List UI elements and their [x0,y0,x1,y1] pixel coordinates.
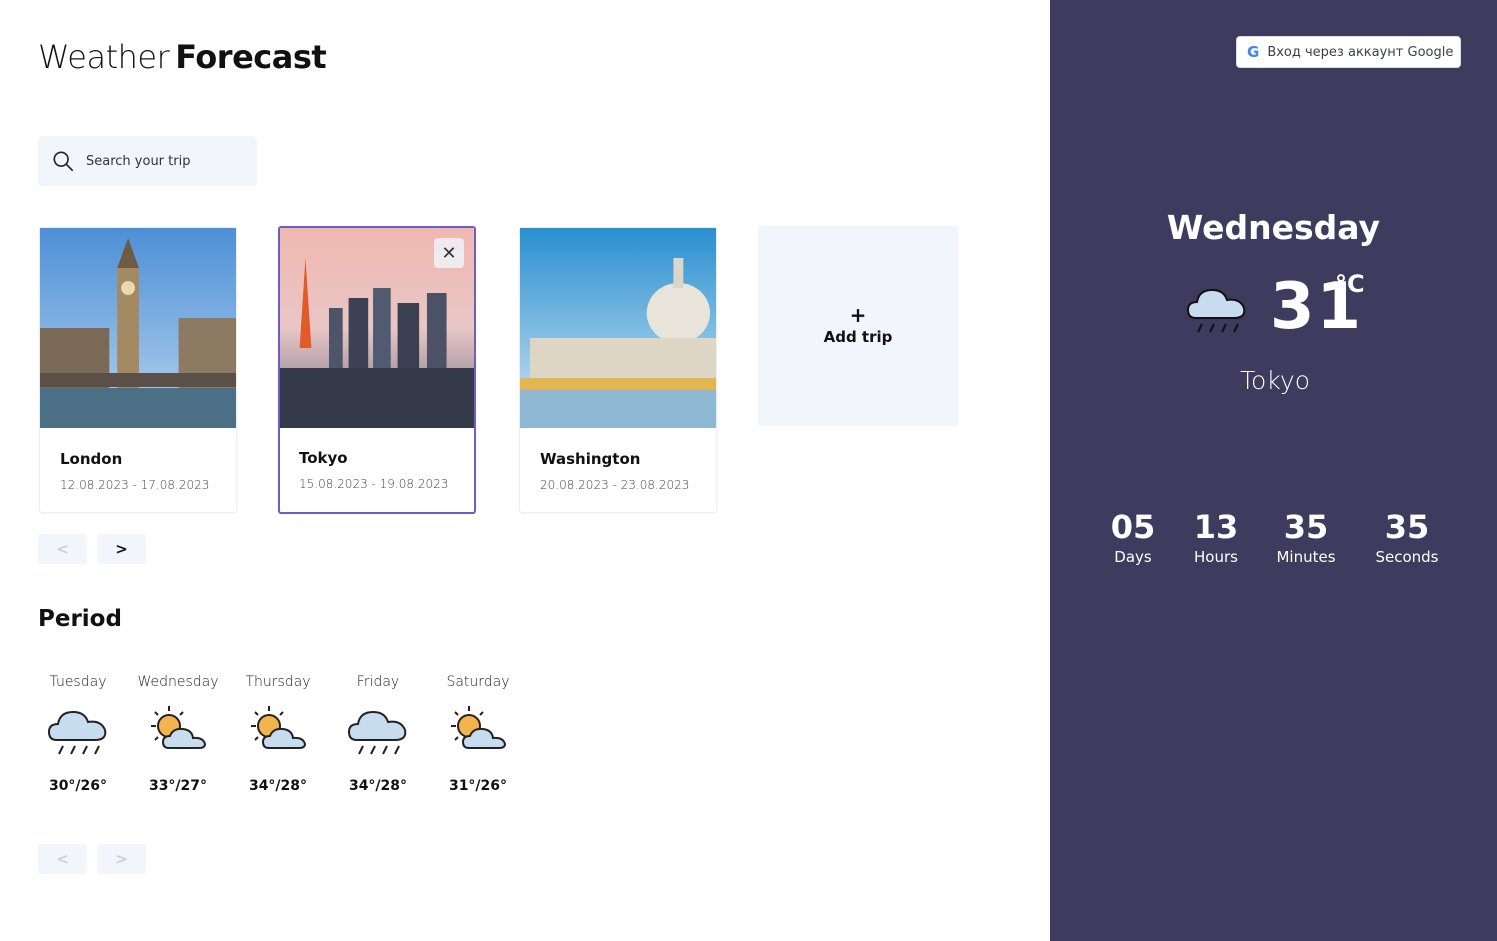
google-signin-button[interactable]: G Вход через аккаунт Google [1236,36,1461,68]
trip-card-washington[interactable]: Washington 20.08.2023 - 23.08.2023 [519,227,717,513]
search-box[interactable] [38,136,257,186]
add-trip-button[interactable]: + Add trip [758,226,958,426]
search-icon [53,151,73,171]
countdown-minutes: 35 Minutes [1256,508,1356,566]
day-name: Wednesday [137,674,219,690]
trip-card-tokyo[interactable]: ✕ Tokyo 15.08.2023 - 19.08.2023 [278,226,476,514]
forecast-day: Thursday 34°/28° [228,674,328,794]
day-name: Friday [356,674,400,690]
countdown-label: Minutes [1276,548,1336,566]
countdown-label: Hours [1194,548,1238,566]
trip-city: London [60,450,123,468]
trip-city: Tokyo [299,449,348,467]
sun-cloud-icon [245,702,311,762]
day-temp: 33°/27° [148,778,208,794]
countdown-value: 13 [1193,508,1239,546]
app-title: Weather Forecast [38,38,327,76]
washington-photo [520,228,716,428]
forecast-day: Tuesday 30°/26° [28,674,128,794]
sun-cloud-icon [445,702,511,762]
london-photo [40,228,236,428]
trip-dates: 15.08.2023 - 19.08.2023 [299,477,449,491]
google-icon: G [1247,43,1260,61]
trips-next-button[interactable]: > [97,534,146,564]
day-name: Tuesday [49,674,107,690]
sun-cloud-icon [145,702,211,762]
current-day: Wednesday [1166,208,1381,247]
current-city: Tokyo [1240,366,1310,395]
day-name: Thursday [245,674,311,690]
close-icon[interactable]: ✕ [434,238,464,268]
app-title-light: Weather [38,38,170,76]
trip-card-london[interactable]: London 12.08.2023 - 17.08.2023 [39,227,237,513]
countdown-hours: 13 Hours [1166,508,1266,566]
forecast-day: Friday 34°/28° [328,674,428,794]
day-temp: 34°/28° [248,778,308,794]
rain-cloud-icon [1184,280,1250,340]
trip-city: Washington [540,450,641,468]
forecast-day: Wednesday 33°/27° [128,674,228,794]
day-temp: 30°/26° [48,778,108,794]
trip-dates: 12.08.2023 - 17.08.2023 [60,478,210,492]
countdown-value: 35 [1384,508,1430,546]
add-trip-label: Add trip [823,328,893,346]
countdown-value: 35 [1283,508,1329,546]
day-temp: 31°/26° [448,778,508,794]
temp-unit: °C [1335,270,1365,298]
rain-cloud-icon [345,702,411,762]
rain-cloud-icon [45,702,111,762]
trips-prev-button[interactable]: < [38,534,87,564]
main-area: WeatherForecast London 12.08.2023 - 17.0… [0,0,1050,941]
app-title-bold: Forecast [175,38,327,76]
countdown-seconds: 35 Seconds [1357,508,1457,566]
google-signin-label: Вход через аккаунт Google [1267,44,1454,60]
trip-dates: 20.08.2023 - 23.08.2023 [540,478,690,492]
plus-icon: + [849,303,867,327]
sidebar: G Вход через аккаунт Google Wednesday 31… [1050,0,1497,941]
day-name: Saturday [446,674,510,690]
period-next-button[interactable]: > [97,844,146,874]
period-prev-button[interactable]: < [38,844,87,874]
day-temp: 34°/28° [348,778,408,794]
search-input[interactable] [86,153,236,169]
period-title: Period [38,606,122,632]
countdown-label: Seconds [1375,548,1439,566]
forecast-day: Saturday 31°/26° [428,674,528,794]
